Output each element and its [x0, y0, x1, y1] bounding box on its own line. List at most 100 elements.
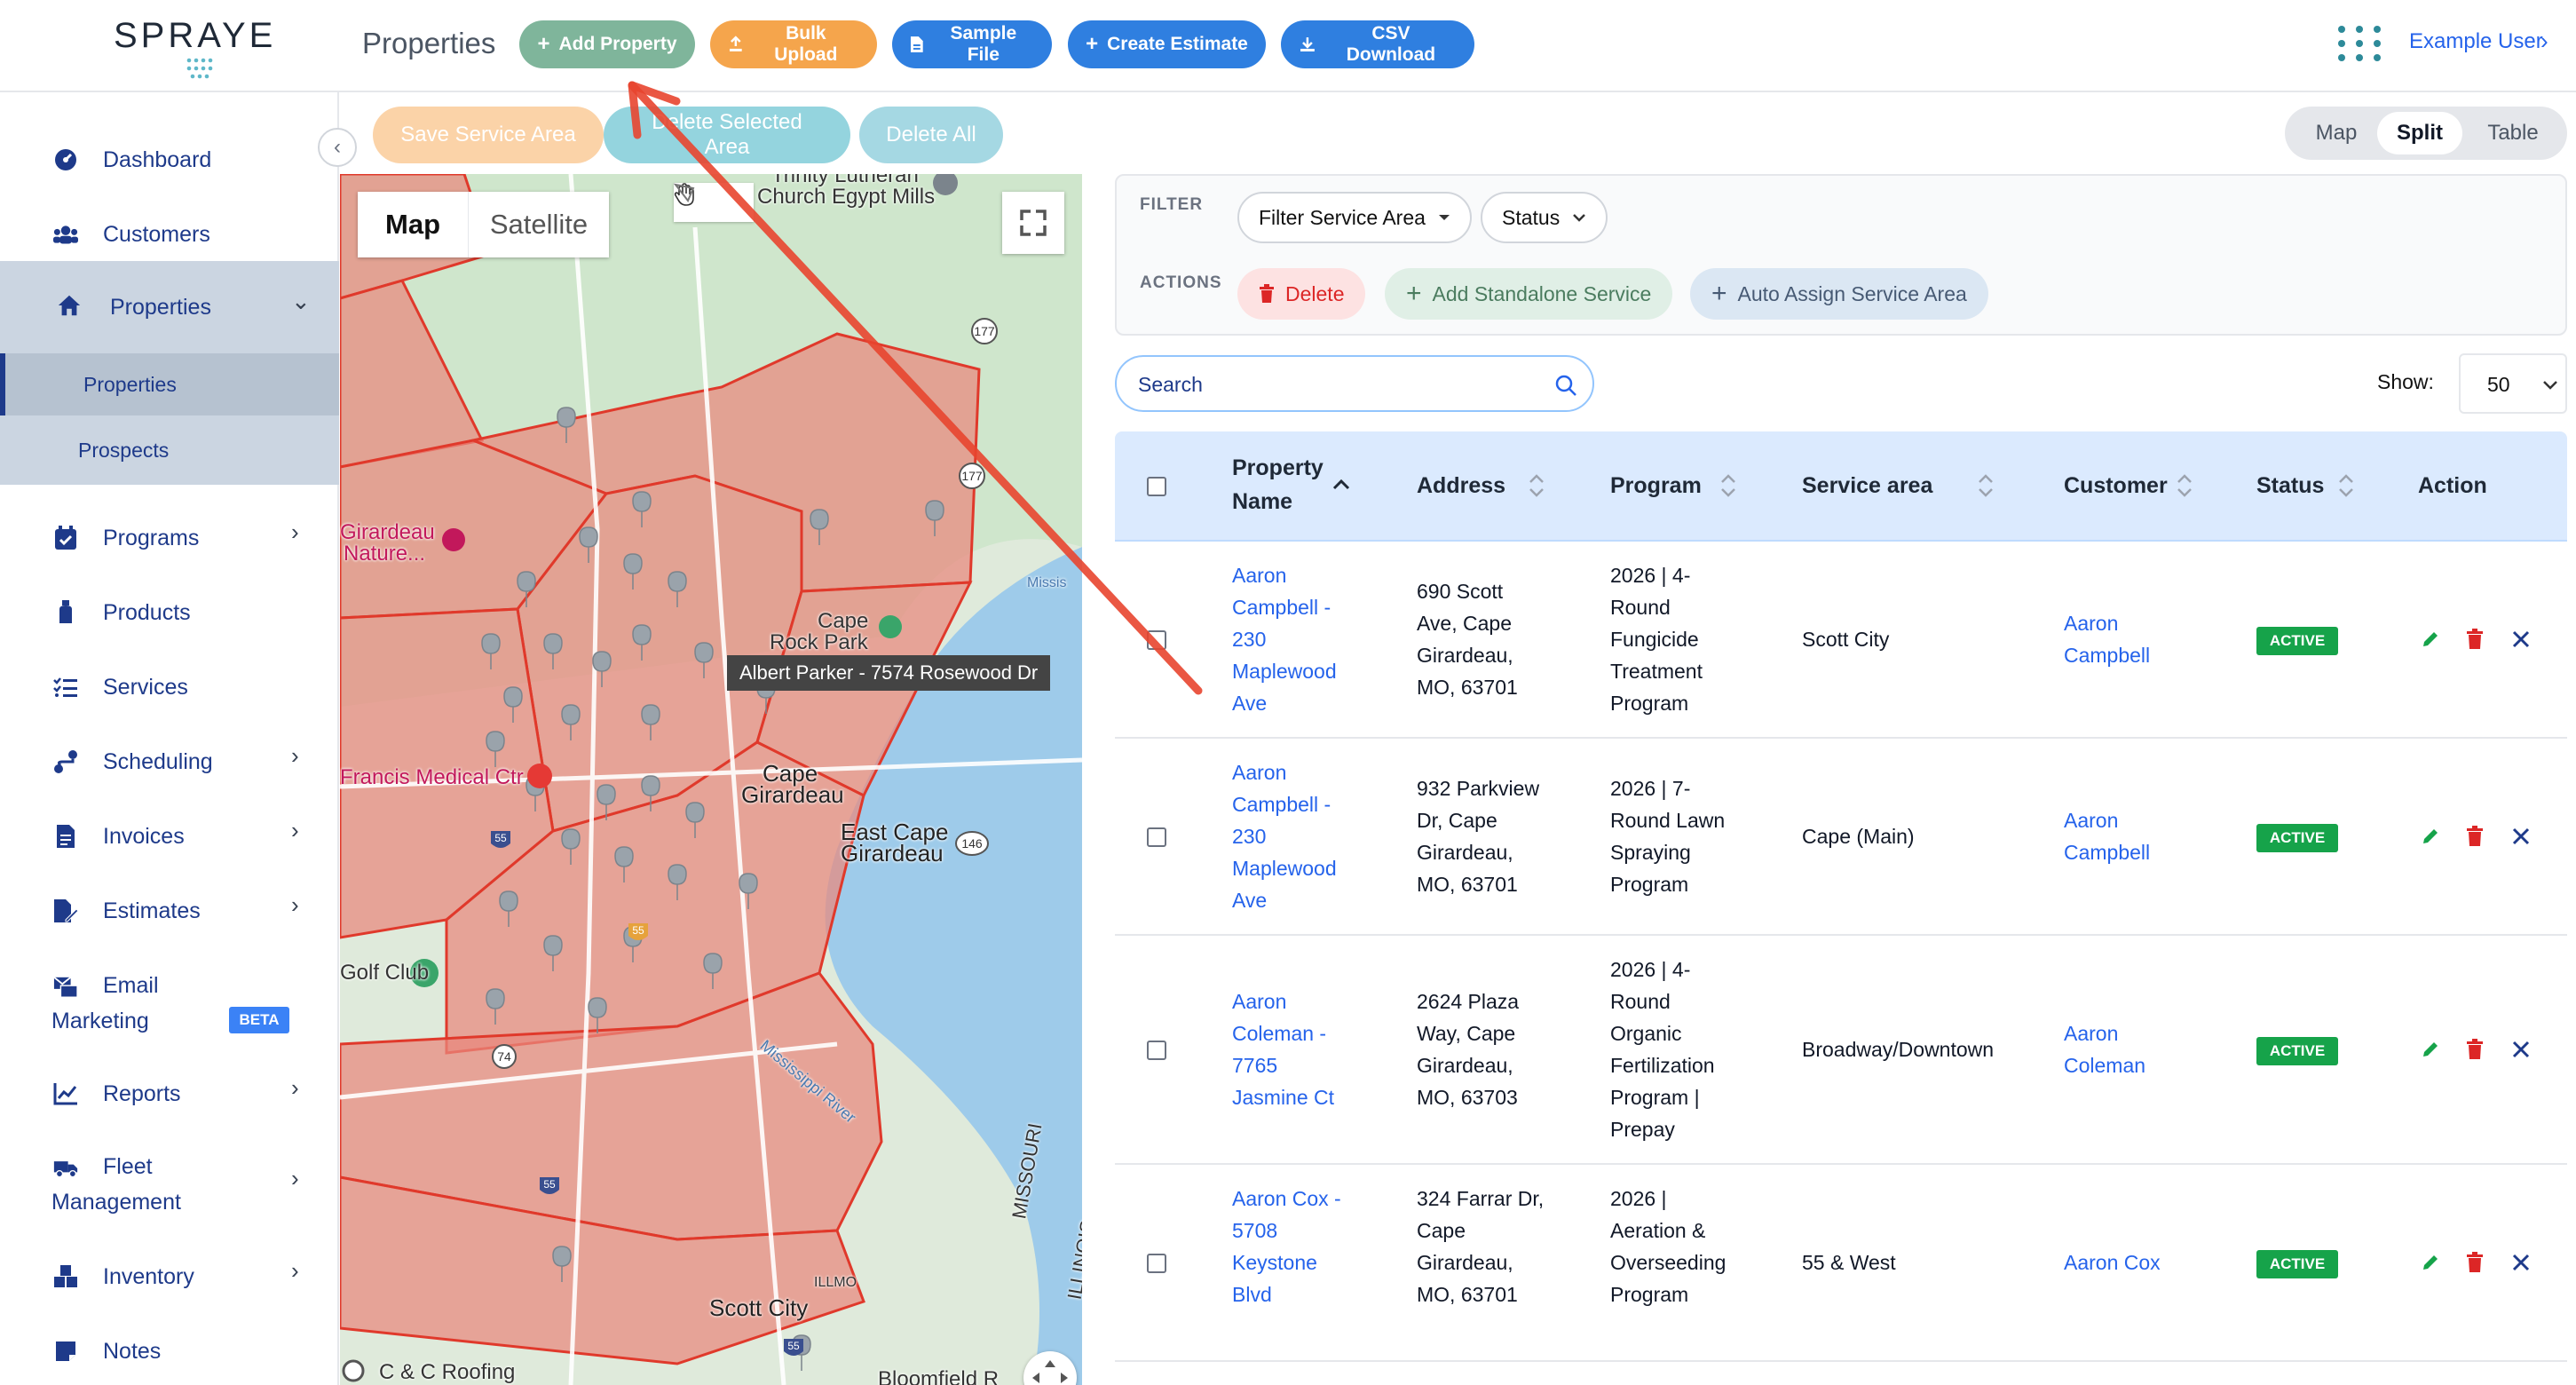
sidebar-item-email-marketing[interactable]: Email Marketing BETA	[0, 959, 339, 1048]
fullscreen-button[interactable]	[1002, 192, 1064, 254]
sidebar-item-fleet-management[interactable]: Fleet Management ›	[0, 1140, 339, 1229]
row-checkbox[interactable]	[1147, 1254, 1166, 1273]
property-name-link[interactable]: Aaron Cox - 5708 Keystone Blvd	[1232, 1183, 1341, 1310]
save-service-area-button[interactable]: Save Service Area	[373, 107, 604, 163]
trash-icon[interactable]	[2462, 824, 2487, 849]
sidebar-item-products[interactable]: Products	[0, 586, 339, 639]
csv-download-button[interactable]: CSV Download	[1281, 20, 1474, 68]
address-cell: 690 Scott Ave, Cape Girardeau, MO, 63701	[1417, 575, 1518, 703]
view-split-tab[interactable]: Split	[2377, 112, 2462, 154]
row-checkbox[interactable]	[1147, 1041, 1166, 1060]
submenu-item-properties[interactable]: Properties	[0, 353, 339, 416]
property-name-link[interactable]: Aaron Cox -	[1232, 1378, 1341, 1385]
sidebar-item-customers[interactable]: Customers	[0, 208, 339, 261]
sort-asc-icon[interactable]	[1331, 472, 1351, 503]
sidebar-item-inventory[interactable]: Inventory ›	[0, 1250, 339, 1303]
edit-icon[interactable]	[2418, 1250, 2443, 1275]
customer-link[interactable]: Aaron Campbell	[2064, 804, 2150, 868]
edit-icon[interactable]	[2418, 824, 2443, 849]
sort-icon[interactable]	[2175, 471, 2194, 501]
table-row[interactable]: Aaron Campbell - 230 Maplewood Ave 932 P…	[1115, 739, 2567, 936]
chevron-right-icon[interactable]: ›	[2540, 28, 2548, 55]
column-header-service-area[interactable]: Service area	[1802, 469, 1932, 503]
map-label: Rock Park	[770, 630, 868, 654]
delete-selected-area-button[interactable]: Delete Selected Area	[604, 107, 850, 163]
customer-link[interactable]: Aaron Cox	[2064, 1246, 2161, 1278]
page-size-select[interactable]: 50	[2459, 353, 2567, 414]
logo[interactable]: SPRAYE	[80, 11, 293, 82]
close-icon[interactable]	[2509, 1250, 2533, 1275]
search-input[interactable]	[1138, 368, 1529, 401]
sort-icon[interactable]	[1527, 471, 1546, 501]
view-table-tab[interactable]: Table	[2468, 112, 2558, 154]
close-icon[interactable]	[2509, 1037, 2533, 1062]
property-name-link[interactable]: Aaron Campbell - 230 Maplewood Ave	[1232, 756, 1337, 916]
sidebar-item-notes[interactable]: Notes	[0, 1325, 339, 1378]
address-cell: 120 Big Bend	[1417, 1378, 1539, 1385]
create-estimate-button[interactable]: + Create Estimate	[1068, 20, 1266, 68]
row-checkbox[interactable]	[1147, 827, 1166, 847]
cell-line: Aaron	[2064, 1022, 2119, 1045]
sidebar-item-scheduling[interactable]: Scheduling ›	[0, 735, 339, 788]
customer-link[interactable]: Aaron Coleman	[2064, 1017, 2145, 1081]
column-header-program[interactable]: Program	[1610, 469, 1702, 503]
sidebar-collapse-button[interactable]: ‹	[318, 128, 357, 167]
search-icon[interactable]	[1553, 373, 1578, 398]
close-icon[interactable]	[2509, 627, 2533, 652]
map-view[interactable]: 177 177 146 74 55 55 55 55 Trinity Luthe…	[340, 174, 1082, 1385]
table-row[interactable]: Aaron Coleman - 7765 Jasmine Ct 2624 Pla…	[1115, 936, 2567, 1165]
sidebar-item-invoices[interactable]: Invoices ›	[0, 810, 339, 863]
add-property-button[interactable]: + Add Property	[519, 20, 695, 68]
polygon-tool-icon[interactable]	[674, 183, 695, 202]
auto-assign-service-area-button[interactable]: + Auto Assign Service Area	[1690, 268, 1988, 320]
sort-icon[interactable]	[1719, 471, 1738, 501]
header-label: Name	[1232, 489, 1293, 514]
delete-all-button[interactable]: Delete All	[859, 107, 1003, 163]
map-type-satellite[interactable]: Satellite	[468, 192, 609, 257]
service-area-filter-select[interactable]: Filter Service Area	[1237, 192, 1472, 243]
sort-icon[interactable]	[2336, 471, 2356, 501]
top-header: SPRAYE Properties + Add Property Bulk Up…	[0, 0, 2576, 92]
sample-file-button[interactable]: Sample File	[892, 20, 1052, 68]
property-name-link[interactable]: Aaron Coleman - 7765 Jasmine Ct	[1232, 985, 1334, 1113]
column-header-property-name[interactable]: Property Name	[1232, 451, 1324, 518]
plus-icon: +	[537, 32, 550, 56]
sidebar-item-estimates[interactable]: Estimates ›	[0, 884, 339, 938]
delete-action-button[interactable]: Delete	[1237, 268, 1366, 320]
add-standalone-service-button[interactable]: + Add Standalone Service	[1385, 268, 1673, 320]
sort-icon[interactable]	[1976, 471, 1995, 501]
user-menu[interactable]: Example User	[2409, 29, 2543, 54]
close-icon[interactable]	[2509, 824, 2533, 849]
sidebar-item-dashboard[interactable]: Dashboard	[0, 133, 339, 186]
map-pan-control[interactable]	[1023, 1351, 1077, 1385]
row-checkbox[interactable]	[1147, 630, 1166, 650]
cell-line: Campbell -	[1232, 793, 1331, 816]
sidebar-item-reports[interactable]: Reports ›	[0, 1067, 339, 1120]
select-all-checkbox[interactable]	[1147, 477, 1166, 496]
sidebar-item-programs[interactable]: Programs ›	[0, 511, 339, 565]
column-header-address[interactable]: Address	[1417, 469, 1505, 503]
status-filter-select[interactable]: Status	[1481, 192, 1608, 243]
table-row[interactable]: Aaron Campbell - 230 Maplewood Ave 690 S…	[1115, 542, 2567, 739]
bulk-upload-button[interactable]: Bulk Upload	[710, 20, 877, 68]
edit-icon[interactable]	[2418, 627, 2443, 652]
view-map-tab[interactable]: Map	[2295, 112, 2377, 154]
property-name-link[interactable]: Aaron Campbell - 230 Maplewood Ave	[1232, 559, 1337, 719]
sidebar-item-properties[interactable]: Properties ⌄	[0, 261, 339, 353]
column-header-customer[interactable]: Customer	[2064, 469, 2168, 503]
gauge-icon	[53, 147, 78, 172]
apps-grid-icon[interactable]	[2336, 25, 2390, 62]
trash-icon[interactable]	[2462, 627, 2487, 652]
chevron-down-icon: ⌄	[291, 288, 311, 314]
customer-link[interactable]: Aaron Campbell	[2064, 607, 2150, 671]
file-pen-icon	[53, 898, 78, 923]
edit-icon[interactable]	[2418, 1037, 2443, 1062]
column-header-status[interactable]: Status	[2256, 469, 2324, 503]
table-row[interactable]: Aaron Cox - 120 Big Bend 2026 | 7-	[1115, 1362, 2567, 1385]
table-row[interactable]: Aaron Cox - 5708 Keystone Blvd 324 Farra…	[1115, 1165, 2567, 1362]
submenu-item-prospects[interactable]: Prospects	[0, 416, 339, 485]
map-type-map[interactable]: Map	[358, 192, 468, 257]
sidebar-item-services[interactable]: Services	[0, 661, 339, 714]
trash-icon[interactable]	[2462, 1250, 2487, 1275]
trash-icon[interactable]	[2462, 1037, 2487, 1062]
